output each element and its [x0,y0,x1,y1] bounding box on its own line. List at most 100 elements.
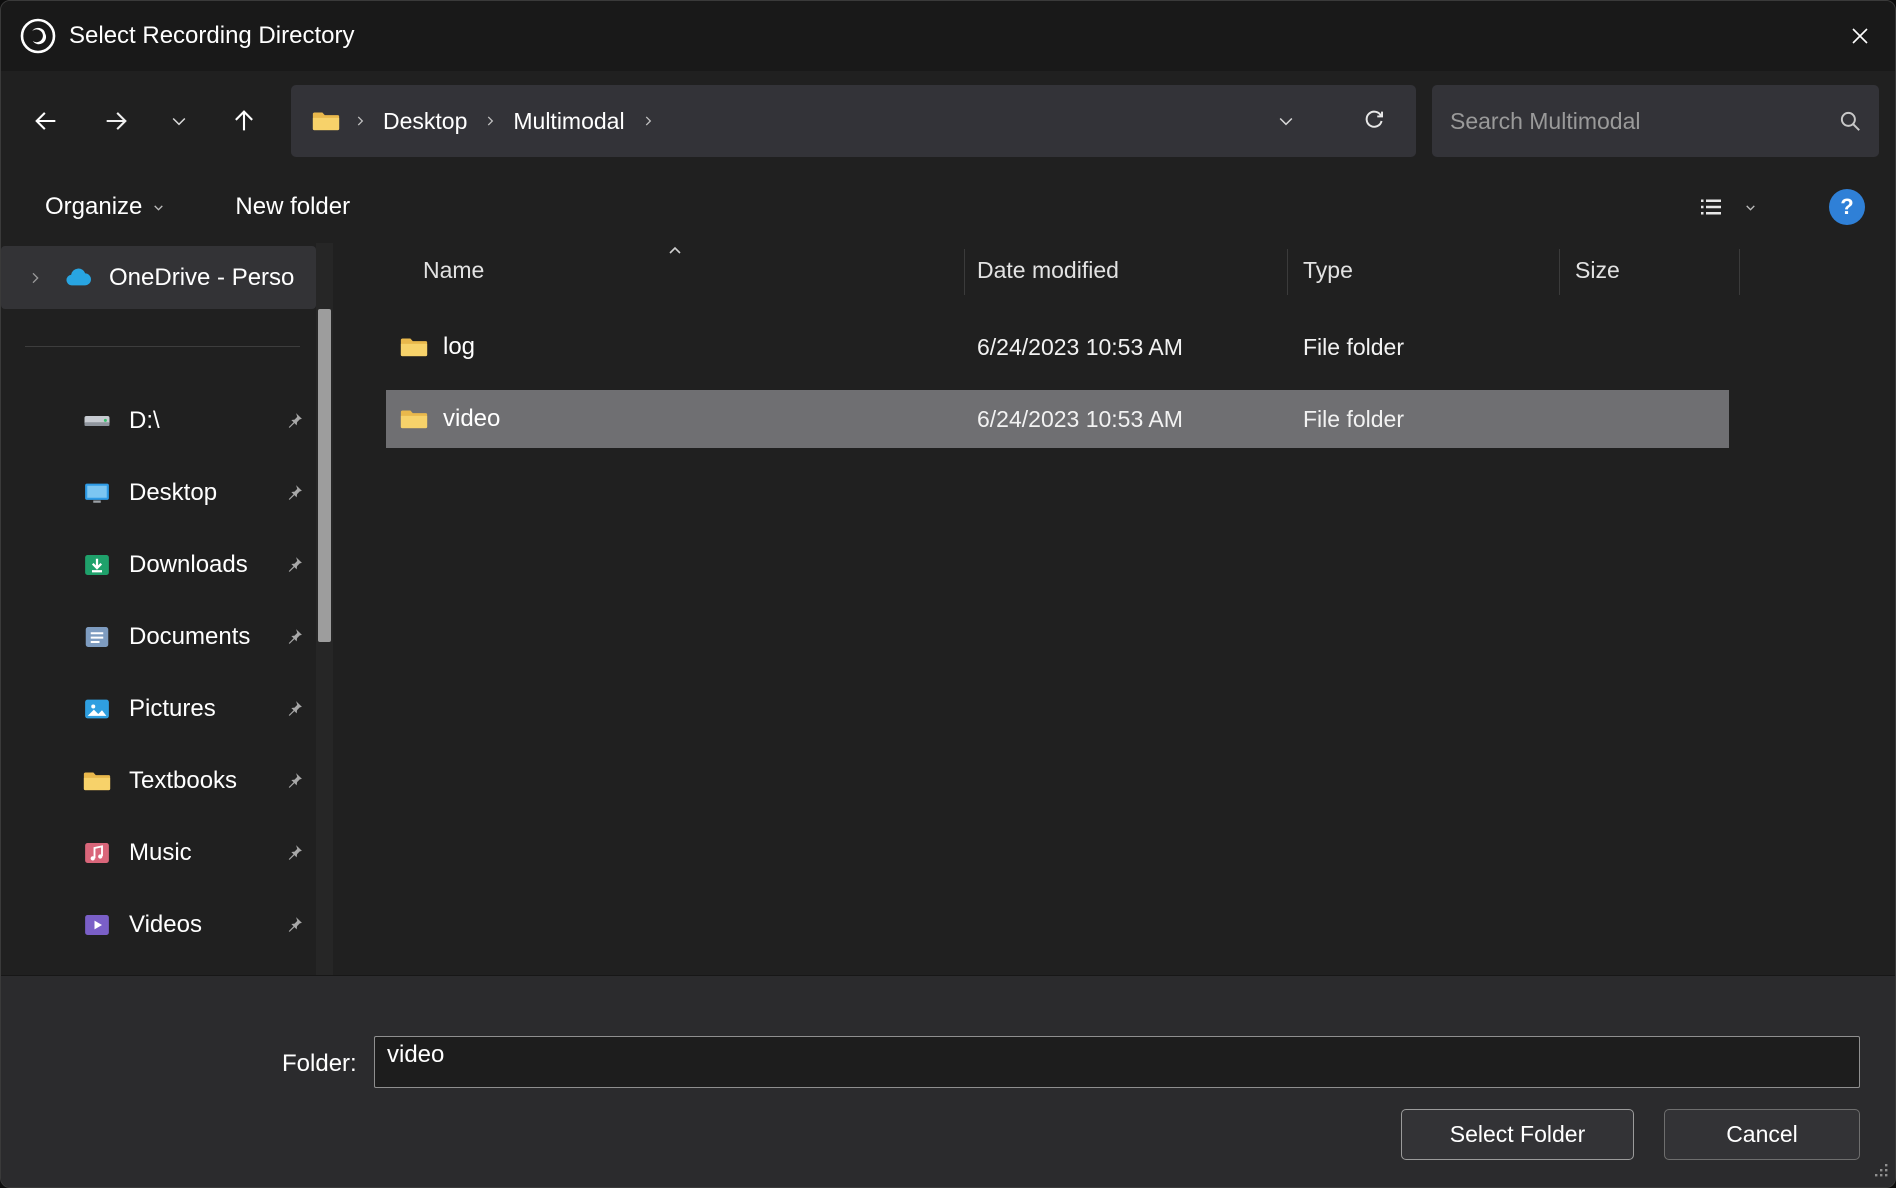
pin-icon [284,915,304,935]
pictures-icon [81,693,113,725]
dialog-footer: Folder: Select Folder Cancel [1,975,1895,1187]
chevron-down-icon [169,111,189,131]
breadcrumb-chevron-icon [641,114,655,128]
sidebar-item-label: D:\ [129,407,160,435]
file-type: File folder [1303,334,1404,361]
back-arrow-icon [32,107,60,135]
file-list: Name Date modified Type Size log 6/24/20… [333,243,1895,975]
file-name: video [443,405,500,433]
sidebar-item-downloads[interactable]: Downloads [1,529,316,601]
pin-icon [284,483,304,503]
command-toolbar: Organize New folder ? [1,171,1895,243]
column-header-name[interactable]: Name [423,257,484,284]
select-recording-directory-dialog: Select Recording Directory [0,0,1896,1188]
obs-logo-icon [17,15,59,57]
sort-ascending-icon [663,243,687,262]
new-folder-label: New folder [235,193,350,221]
up-button[interactable] [222,99,266,143]
view-options-dropdown-button[interactable] [1742,193,1759,222]
breadcrumb-folder-icon [311,106,341,136]
column-header-type[interactable]: Type [1303,257,1353,284]
column-header-date-modified[interactable]: Date modified [977,257,1119,284]
back-button[interactable] [24,99,68,143]
sidebar-item-label: Downloads [129,551,248,579]
sidebar-item-d-drive[interactable]: D:\ [1,385,316,457]
refresh-icon [1361,108,1387,134]
close-button[interactable] [1825,1,1895,71]
pin-icon [284,411,304,431]
close-icon [1848,24,1872,48]
up-arrow-icon [230,107,258,135]
column-separator[interactable] [1559,249,1560,295]
address-bar[interactable]: Desktop Multimodal [291,85,1416,157]
column-header-size[interactable]: Size [1575,257,1620,284]
breadcrumb-desktop[interactable]: Desktop [379,102,471,141]
file-name: log [443,333,475,361]
chevron-down-icon [152,201,165,214]
folder-icon [399,404,429,434]
folder-field-label: Folder: [282,1050,357,1078]
refresh-button[interactable] [1352,99,1396,143]
chevron-right-icon[interactable] [27,270,43,286]
drive-icon [81,405,113,437]
pin-icon [284,699,304,719]
sidebar-item-label: Music [129,839,192,867]
sidebar-item-videos[interactable]: Videos [1,889,316,961]
pin-icon [284,627,304,647]
sidebar-divider [25,346,300,347]
pinned-items-list: D:\ Desktop [1,385,316,961]
sidebar-item-desktop[interactable]: Desktop [1,457,316,529]
chevron-down-icon [1276,111,1296,131]
sidebar-item-textbooks[interactable]: Textbooks [1,745,316,817]
folder-name-input[interactable] [374,1036,1860,1088]
search-input[interactable] [1450,108,1837,135]
file-date-modified: 6/24/2023 10:53 AM [977,334,1183,361]
file-type: File folder [1303,406,1404,433]
cancel-button[interactable]: Cancel [1664,1109,1860,1160]
sidebar-item-label: Pictures [129,695,216,723]
select-folder-button[interactable]: Select Folder [1401,1109,1634,1160]
chevron-down-icon [1744,201,1757,214]
help-button[interactable]: ? [1829,189,1865,225]
sidebar-scrollbar[interactable] [316,243,333,975]
downloads-icon [81,549,113,581]
column-separator[interactable] [1739,249,1740,295]
file-row-video-selected[interactable]: video 6/24/2023 10:53 AM File folder [386,390,1729,448]
scrollbar-thumb[interactable] [318,309,331,642]
new-folder-button[interactable]: New folder [233,185,352,229]
organize-button[interactable]: Organize [43,185,167,229]
sidebar-item-documents[interactable]: Documents [1,601,316,673]
videos-icon [81,909,113,941]
sidebar-item-label: Desktop [129,479,217,507]
column-separator[interactable] [1287,249,1288,295]
forward-button[interactable] [94,99,138,143]
breadcrumb-multimodal[interactable]: Multimodal [509,102,628,141]
resize-grip-icon[interactable] [1872,1161,1890,1184]
column-separator[interactable] [964,249,965,295]
details-view-icon [1696,192,1726,222]
onedrive-cloud-icon [63,262,95,294]
navigation-bar: Desktop Multimodal [1,71,1895,171]
sidebar-item-pictures[interactable]: Pictures [1,673,316,745]
music-icon [81,837,113,869]
change-view-button[interactable] [1694,184,1728,230]
breadcrumb-chevron-icon [483,114,497,128]
recent-locations-button[interactable] [157,99,201,143]
pin-icon [284,771,304,791]
organize-label: Organize [45,193,142,221]
file-row-log[interactable]: log 6/24/2023 10:53 AM File folder [386,318,1729,376]
titlebar: Select Recording Directory [1,1,1895,71]
sidebar-item-label: OneDrive - Perso [109,264,294,292]
search-icon [1837,108,1863,134]
navigation-pane: OneDrive - Perso D:\ [1,243,316,975]
help-label: ? [1840,194,1853,220]
window-title: Select Recording Directory [69,22,354,50]
file-list-header: Name Date modified Type Size [333,243,1895,301]
folder-icon [81,765,113,797]
pin-icon [284,843,304,863]
address-dropdown-button[interactable] [1264,99,1308,143]
sidebar-item-music[interactable]: Music [1,817,316,889]
sidebar-item-onedrive[interactable]: OneDrive - Perso [1,246,316,309]
documents-icon [81,621,113,653]
desktop-icon [81,477,113,509]
